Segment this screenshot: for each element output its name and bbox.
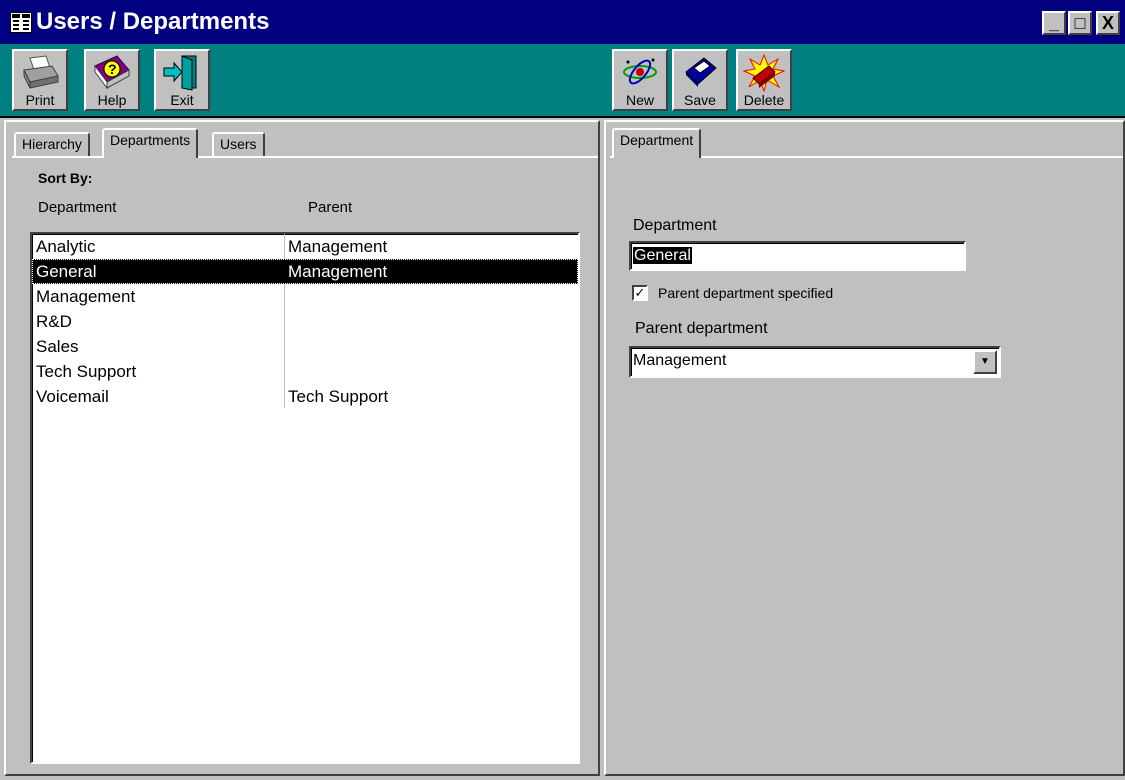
row-department: Tech Support bbox=[36, 362, 137, 381]
department-column-header[interactable]: Department bbox=[38, 199, 116, 216]
department-input-value: General bbox=[633, 247, 692, 264]
print-button[interactable]: Print bbox=[12, 49, 68, 111]
delete-button[interactable]: Delete bbox=[736, 49, 792, 111]
exit-button[interactable]: Exit bbox=[154, 49, 210, 111]
svg-text:?: ? bbox=[108, 61, 117, 77]
tab-strip-line bbox=[12, 156, 598, 158]
save-label: Save bbox=[684, 92, 716, 108]
department-input[interactable]: General bbox=[629, 241, 966, 271]
parent-department-value: Management bbox=[633, 352, 727, 369]
sort-by-label: Sort By: bbox=[38, 170, 93, 186]
row-department: Voicemail bbox=[36, 387, 109, 406]
row-parent: Management bbox=[288, 262, 388, 281]
chevron-down-icon: ▼ bbox=[980, 356, 990, 367]
tab-hierarchy[interactable]: Hierarchy bbox=[14, 132, 90, 156]
exit-door-icon bbox=[163, 55, 197, 91]
print-label: Print bbox=[25, 92, 55, 108]
close-button[interactable]: X bbox=[1096, 11, 1120, 35]
dropdown-arrow-button[interactable]: ▼ bbox=[973, 350, 997, 374]
parent-specified-checkbox[interactable]: ✓ bbox=[632, 285, 648, 301]
exit-label: Exit bbox=[170, 92, 194, 108]
printer-icon bbox=[23, 55, 59, 89]
save-button[interactable]: Save bbox=[672, 49, 728, 111]
minimize-icon: _ bbox=[1048, 13, 1059, 33]
tab-departments[interactable]: Departments bbox=[102, 128, 199, 158]
help-button[interactable]: ? Help bbox=[84, 49, 140, 111]
parent-department-select[interactable]: Management ▼ bbox=[629, 346, 1001, 378]
list-row[interactable]: Voicemail Tech Support bbox=[32, 384, 578, 409]
delete-explosion-icon bbox=[743, 54, 785, 92]
maximize-button[interactable]: □ bbox=[1068, 11, 1092, 35]
close-icon: X bbox=[1101, 13, 1114, 33]
list-row[interactable]: General Management bbox=[32, 259, 578, 284]
list-row[interactable]: Tech Support bbox=[32, 359, 578, 384]
maximize-icon: □ bbox=[1074, 13, 1086, 33]
parent-specified-label[interactable]: Parent department specified bbox=[658, 285, 833, 301]
row-department: Analytic bbox=[36, 237, 96, 256]
list-row[interactable]: Management bbox=[32, 284, 578, 309]
help-label: Help bbox=[97, 92, 127, 108]
new-button[interactable]: New bbox=[612, 49, 668, 111]
new-label: New bbox=[625, 92, 654, 108]
row-department: Sales bbox=[36, 337, 79, 356]
list-row[interactable]: R&D bbox=[32, 309, 578, 334]
list-row[interactable]: Sales bbox=[32, 334, 578, 359]
window-title: Users / Departments bbox=[36, 8, 270, 35]
department-field-label: Department bbox=[633, 217, 717, 234]
parent-department-label: Parent department bbox=[635, 320, 768, 337]
app-window-icon bbox=[10, 12, 32, 33]
row-department: Management bbox=[36, 287, 136, 306]
departments-list[interactable]: Analytic Management General Management Manag… bbox=[30, 232, 580, 764]
list-row[interactable]: Analytic Management bbox=[32, 234, 578, 259]
help-book-icon: ? bbox=[94, 55, 130, 90]
floppy-disk-icon bbox=[685, 57, 717, 87]
parent-column-header[interactable]: Parent bbox=[308, 199, 352, 216]
row-parent: Tech Support bbox=[288, 387, 389, 406]
row-department: General bbox=[36, 262, 97, 281]
delete-label: Delete bbox=[743, 92, 785, 108]
row-department: R&D bbox=[36, 312, 72, 331]
title-bar: Users / Departments _ □ X bbox=[0, 0, 1125, 44]
new-atom-icon bbox=[623, 58, 657, 85]
tab-users[interactable]: Users bbox=[212, 132, 265, 156]
row-parent: Management bbox=[288, 237, 388, 256]
minimize-button[interactable]: _ bbox=[1042, 11, 1066, 35]
tab-department[interactable]: Department bbox=[612, 128, 702, 158]
toolbar: Print ? Help Exit New Save Delete bbox=[0, 44, 1125, 118]
check-mark-icon: ✓ bbox=[634, 285, 646, 300]
